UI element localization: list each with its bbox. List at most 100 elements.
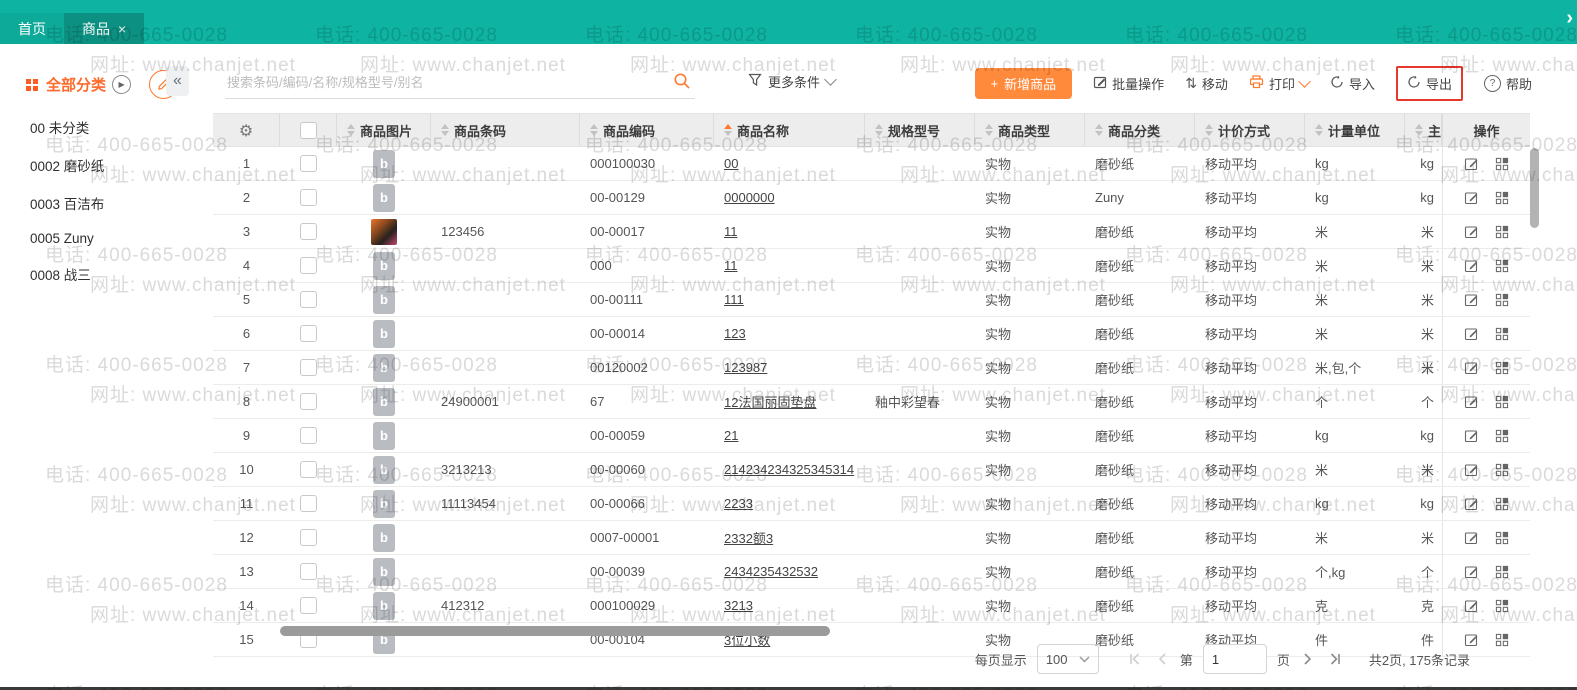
row-checkbox[interactable] [300, 393, 317, 410]
row-checkbox[interactable] [300, 257, 317, 274]
edit-row-icon[interactable] [1464, 292, 1479, 307]
page-number-input[interactable] [1203, 644, 1267, 674]
column-header-category[interactable]: 商品分类 [1085, 114, 1195, 146]
move-button[interactable]: ⇅ 移动 [1185, 74, 1228, 93]
product-name-link[interactable]: 11 [724, 258, 738, 273]
horizontal-scrollbar[interactable] [280, 626, 830, 636]
row-checkbox[interactable] [300, 223, 317, 240]
row-checkbox[interactable] [300, 461, 317, 478]
product-name-link[interactable]: 214234234325345314 [724, 462, 854, 477]
product-name-link[interactable]: 2434235432532 [724, 564, 818, 579]
prev-page-button[interactable] [1154, 652, 1170, 666]
column-header-barcode[interactable]: 商品条码 [431, 114, 580, 146]
edit-row-icon[interactable] [1464, 156, 1479, 171]
last-page-button[interactable] [1326, 652, 1345, 666]
product-name-link[interactable]: 0000000 [724, 190, 775, 205]
more-actions-grid-icon[interactable] [1495, 531, 1509, 545]
tab-商品[interactable]: 商品× [64, 13, 144, 44]
table-row: 13b00-000392434235432532实物磨砂纸移动平均个,kg个 [213, 555, 1530, 589]
tab-首页[interactable]: 首页 [0, 13, 64, 44]
batch-actions-button[interactable]: 批量操作 [1093, 74, 1164, 93]
more-filters-button[interactable]: 更多条件 [748, 72, 835, 91]
vertical-scrollbar[interactable] [1530, 148, 1539, 228]
edit-row-icon[interactable] [1464, 598, 1479, 613]
column-header-main[interactable]: 主 [1405, 114, 1442, 146]
edit-row-icon[interactable] [1464, 326, 1479, 341]
edit-row-icon[interactable] [1464, 530, 1479, 545]
print-button[interactable]: 打印 [1249, 74, 1309, 93]
edit-row-icon[interactable] [1464, 496, 1479, 511]
product-name-link[interactable]: 11 [724, 224, 738, 239]
more-actions-grid-icon[interactable] [1495, 497, 1509, 511]
more-actions-grid-icon[interactable] [1495, 429, 1509, 443]
more-actions-grid-icon[interactable] [1495, 157, 1509, 171]
per-page-select[interactable]: 100 [1037, 644, 1099, 674]
product-photo[interactable] [371, 219, 397, 245]
help-button[interactable]: ? 帮助 [1484, 74, 1532, 93]
row-checkbox[interactable] [300, 359, 317, 376]
row-checkbox[interactable] [300, 563, 317, 580]
column-header-code[interactable]: 商品编码 [580, 114, 714, 146]
column-header-type[interactable]: 商品类型 [975, 114, 1085, 146]
edit-row-icon[interactable] [1464, 224, 1479, 239]
next-page-button[interactable] [1300, 652, 1316, 666]
product-name-link[interactable]: 2233 [724, 496, 753, 511]
topbar-overflow-chevron-icon[interactable]: › [1566, 7, 1573, 30]
collapse-sidebar-button[interactable]: « [166, 66, 189, 96]
more-actions-grid-icon[interactable] [1495, 395, 1509, 409]
more-actions-grid-icon[interactable] [1495, 463, 1509, 477]
more-actions-grid-icon[interactable] [1495, 327, 1509, 341]
sidebar-item-0002[interactable]: 0002 磨砂纸 [0, 146, 190, 184]
import-button[interactable]: 导入 [1330, 74, 1375, 93]
more-actions-grid-icon[interactable] [1495, 293, 1509, 307]
add-product-button[interactable]: + 新增商品 [975, 68, 1073, 99]
row-checkbox[interactable] [300, 291, 317, 308]
tab-close-icon[interactable]: × [118, 22, 126, 36]
column-header-name[interactable]: 商品名称 [714, 114, 865, 146]
product-name-link[interactable]: 00 [724, 156, 738, 171]
search-input[interactable] [225, 68, 659, 96]
edit-row-icon[interactable] [1464, 360, 1479, 375]
search-icon[interactable] [673, 72, 691, 95]
product-name-link[interactable]: 21 [724, 428, 738, 443]
more-actions-grid-icon[interactable] [1495, 633, 1509, 647]
column-settings-gear[interactable]: ⚙ [213, 114, 280, 146]
more-actions-grid-icon[interactable] [1495, 259, 1509, 273]
expand-categories-icon[interactable]: ▶ [112, 75, 131, 94]
edit-row-icon[interactable] [1464, 428, 1479, 443]
product-name-link[interactable]: 12法国丽固垫盘 [724, 392, 816, 411]
row-checkbox[interactable] [300, 529, 317, 546]
row-checkbox[interactable] [300, 597, 317, 614]
more-actions-grid-icon[interactable] [1495, 565, 1509, 579]
product-name-link[interactable]: 123987 [724, 360, 767, 375]
column-header-img[interactable]: 商品图片 [337, 114, 431, 146]
row-checkbox[interactable] [300, 155, 317, 172]
export-button-highlighted[interactable]: 导出 [1396, 66, 1463, 101]
sidebar-item-0003[interactable]: 0003 百洁布 [0, 184, 190, 222]
edit-row-icon[interactable] [1464, 564, 1479, 579]
row-checkbox[interactable] [300, 189, 317, 206]
product-name-link[interactable]: 123 [724, 326, 746, 341]
edit-row-icon[interactable] [1464, 258, 1479, 273]
first-page-button[interactable] [1125, 652, 1144, 666]
sidebar-item-0008[interactable]: 0008 战三 [0, 255, 190, 293]
product-name-link[interactable]: 3213 [724, 598, 753, 613]
more-actions-grid-icon[interactable] [1495, 361, 1509, 375]
select-all-checkbox[interactable] [300, 122, 317, 139]
sidebar-item-00[interactable]: 00 未分类 [0, 108, 190, 146]
more-actions-grid-icon[interactable] [1495, 599, 1509, 613]
row-checkbox[interactable] [300, 325, 317, 342]
column-header-spec[interactable]: 规格型号 [865, 114, 975, 146]
edit-row-icon[interactable] [1464, 462, 1479, 477]
column-header-pricing[interactable]: 计价方式 [1195, 114, 1305, 146]
product-name-link[interactable]: 2332额3 [724, 528, 773, 547]
row-checkbox[interactable] [300, 427, 317, 444]
edit-row-icon[interactable] [1464, 394, 1479, 409]
more-actions-grid-icon[interactable] [1495, 191, 1509, 205]
row-checkbox[interactable] [300, 495, 317, 512]
more-actions-grid-icon[interactable] [1495, 225, 1509, 239]
edit-row-icon[interactable] [1464, 190, 1479, 205]
sidebar-item-0005[interactable]: 0005 Zuny [0, 222, 190, 255]
column-header-unit[interactable]: 计量单位 [1305, 114, 1405, 146]
product-name-link[interactable]: 111 [724, 292, 744, 307]
